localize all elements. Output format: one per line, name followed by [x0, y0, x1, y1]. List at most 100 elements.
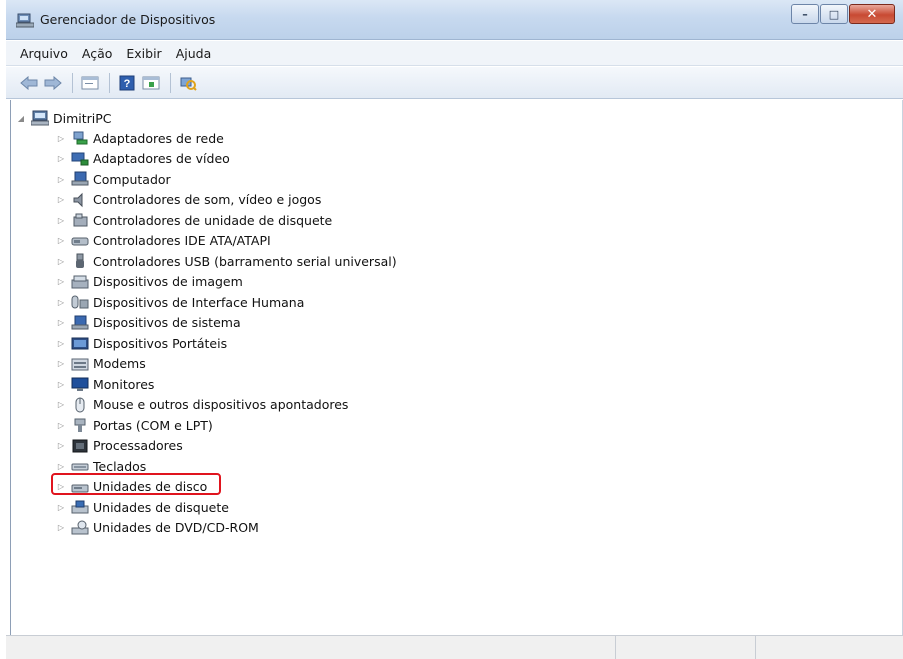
collapse-arrow-icon[interactable]: ◢ [15, 112, 27, 124]
toolbar-separator [72, 72, 73, 93]
tree-item-label: Controladores de unidade de disquete [93, 212, 333, 228]
tree-item[interactable]: ▷ Modems [55, 354, 146, 374]
status-cell-main [6, 636, 616, 659]
tree-item-label: Adaptadores de rede [93, 130, 224, 146]
scan-hardware-icon [180, 77, 197, 91]
help-button[interactable]: ? [116, 72, 138, 94]
status-cell-secondary [616, 636, 756, 659]
tree-item[interactable]: ▷ Processadores [55, 436, 183, 456]
tree-item[interactable]: ▷ Controladores USB (barramento serial un… [55, 251, 397, 271]
menu-acao[interactable]: Ação [82, 46, 113, 61]
minimize-button[interactable]: – [791, 4, 819, 24]
floppy-controller-icon [73, 213, 88, 227]
network-adapter-icon [73, 131, 88, 145]
minimize-icon: – [802, 7, 808, 21]
tree-item-label: Computador [93, 171, 171, 187]
tree-item-label: Dispositivos de sistema [93, 315, 241, 330]
console-view-icon [142, 76, 160, 89]
maximize-icon: □ [828, 7, 840, 21]
portable-device-icon [71, 337, 89, 350]
expand-arrow-icon[interactable]: ▷ [55, 522, 67, 534]
expand-arrow-icon[interactable]: ▷ [55, 173, 67, 185]
tree-item-label: Dispositivos de Interface Humana [93, 294, 305, 310]
device-manager-window: Gerenciador de Dispositivos – □ ✕ Arquiv… [6, 0, 903, 659]
window-title: Gerenciador de Dispositivos [40, 12, 216, 27]
status-bar [6, 635, 903, 659]
expand-arrow-icon[interactable]: ▷ [55, 276, 67, 288]
device-manager-app-icon [16, 13, 34, 28]
title-bar[interactable]: Gerenciador de Dispositivos – □ ✕ [6, 0, 903, 40]
toolbar: ? [6, 67, 903, 99]
window-controls: – □ ✕ [790, 4, 895, 26]
scan-hardware-button[interactable] [177, 72, 199, 94]
expand-arrow-icon[interactable]: ▷ [55, 296, 67, 308]
tree-item[interactable]: ▷ Adaptadores de rede [55, 128, 224, 148]
tree-item[interactable]: ▷ Controladores de unidade de disquete [55, 210, 332, 230]
forward-arrow-icon [44, 75, 62, 90]
menu-bar: Arquivo Ação Exibir Ajuda [6, 41, 903, 66]
expand-arrow-icon[interactable]: ▷ [55, 419, 67, 431]
expand-arrow-icon[interactable]: ▷ [55, 235, 67, 247]
tree-item-label: Teclados [93, 458, 147, 474]
expand-arrow-icon[interactable]: ▷ [55, 378, 67, 390]
tree-item[interactable]: ▷ Computador [55, 169, 171, 189]
tree-item[interactable]: ▷ Dispositivos de sistema [55, 313, 241, 333]
back-arrow-icon [20, 75, 38, 90]
tree-item[interactable]: ▷ Monitores [55, 374, 155, 394]
expand-arrow-icon[interactable]: ▷ [55, 153, 67, 165]
toolbar-separator [109, 72, 110, 93]
expand-arrow-icon[interactable]: ▷ [55, 132, 67, 144]
expand-arrow-icon[interactable]: ▷ [55, 214, 67, 226]
tree-item[interactable]: ▷ Dispositivos de Interface Humana [55, 292, 304, 312]
tree-item-label: Modems [93, 356, 146, 371]
speaker-icon [73, 192, 83, 207]
menu-arquivo[interactable]: Arquivo [20, 46, 68, 61]
expand-arrow-icon[interactable]: ▷ [55, 255, 67, 267]
tree-item[interactable]: ▷ Unidades de DVD/CD-ROM [55, 518, 259, 538]
properties-icon [81, 76, 99, 89]
console-view-button[interactable] [140, 72, 162, 94]
tree-item[interactable]: ▷ Dispositivos Portáteis [55, 333, 227, 353]
menu-exibir[interactable]: Exibir [126, 46, 161, 61]
expand-arrow-icon[interactable]: ▷ [55, 358, 67, 370]
tree-item-label: Controladores de som, vídeo e jogos [93, 192, 322, 207]
tree-item[interactable]: ▷ Controladores IDE ATA/ATAPI [55, 231, 271, 251]
tree-item[interactable]: ▷ Unidades de disquete [55, 497, 229, 517]
expand-arrow-icon[interactable]: ▷ [55, 440, 67, 452]
expand-arrow-icon[interactable]: ▷ [55, 194, 67, 206]
scanner-icon [71, 275, 89, 288]
tree-item-label: Dispositivos Portáteis [93, 335, 228, 351]
modem-icon [71, 358, 89, 370]
tree-item-label: Processadores [93, 438, 183, 453]
tree-root-dimitripc[interactable]: ◢ DimitriPC [15, 108, 112, 128]
tree-item[interactable]: ▷ Mouse e outros dispositivos apontadores [55, 395, 348, 415]
maximize-button[interactable]: □ [820, 4, 848, 24]
expand-arrow-icon[interactable]: ▷ [55, 399, 67, 411]
tree-item[interactable]: ▷ Controladores de som, vídeo e jogos [55, 190, 321, 210]
dvd-drive-icon [71, 520, 89, 534]
close-button[interactable]: ✕ [849, 4, 895, 24]
close-icon: ✕ [866, 6, 878, 22]
expand-arrow-icon[interactable]: ▷ [55, 460, 67, 472]
processor-icon [72, 439, 88, 452]
menu-ajuda[interactable]: Ajuda [176, 46, 212, 61]
tree-item-label: Dispositivos de imagem [93, 274, 243, 289]
forward-button[interactable] [42, 72, 64, 94]
expand-arrow-icon[interactable]: ▷ [55, 337, 67, 349]
tree-item[interactable]: ▷ Portas (COM e LPT) [55, 415, 213, 435]
help-icon: ? [119, 75, 135, 90]
ide-controller-icon [71, 237, 89, 245]
tree-item[interactable]: ▷ Dispositivos de imagem [55, 272, 243, 292]
back-button[interactable] [18, 72, 40, 94]
device-tree[interactable]: ◢ DimitriPC ▷ Adaptadores de rede ▷ Adaptad… [10, 100, 903, 635]
expand-arrow-icon[interactable]: ▷ [55, 317, 67, 329]
properties-button[interactable] [79, 72, 101, 94]
tree-item[interactable]: ▷ Adaptadores de vídeo [55, 149, 230, 169]
display-adapter-icon [71, 152, 89, 165]
computer-monitor-icon [71, 171, 89, 186]
computer-icon [31, 110, 49, 126]
hid-icon [71, 295, 89, 309]
tree-item-label: Controladores IDE ATA/ATAPI [93, 233, 271, 248]
tree-item-label: Mouse e outros dispositivos apontadores [93, 397, 349, 412]
expand-arrow-icon[interactable]: ▷ [55, 501, 67, 513]
